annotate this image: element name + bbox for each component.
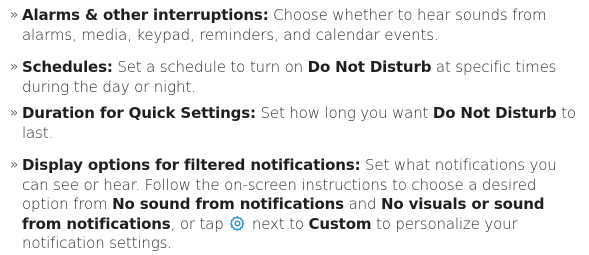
item-title: Alarms & other interruptions: xyxy=(22,6,269,24)
list-item-text: Alarms & other interruptions: Choose whe… xyxy=(22,6,577,45)
item-body: Set how long you want xyxy=(255,104,433,122)
item-emphasis: No sound from notifications xyxy=(112,195,344,213)
list-item-text: Duration for Quick Settings: Set how lon… xyxy=(22,104,577,143)
item-body: and xyxy=(343,195,381,213)
item-emphasis: Custom xyxy=(308,214,372,233)
item-body: , or tap xyxy=(170,214,229,233)
item-body: Set a schedule to turn on xyxy=(112,58,308,76)
list-item-text: Schedules: Set a schedule to turn on Do … xyxy=(22,58,577,97)
settings-gear-icon xyxy=(229,215,246,232)
item-title: Duration for Quick Settings: xyxy=(22,104,256,122)
bullet-chevron: » xyxy=(9,7,19,23)
list-item-text: Display options for filtered notificatio… xyxy=(22,156,577,254)
item-title: Display options for filtered notificatio… xyxy=(22,156,361,174)
item-title: Schedules: xyxy=(22,58,113,76)
item-emphasis: Do Not Disturb xyxy=(432,104,557,122)
bullet-chevron: » xyxy=(9,157,19,173)
item-emphasis: Do Not Disturb xyxy=(307,58,432,76)
item-body: next to xyxy=(247,214,309,233)
bullet-chevron: » xyxy=(9,105,19,121)
bullet-chevron: » xyxy=(9,59,19,75)
